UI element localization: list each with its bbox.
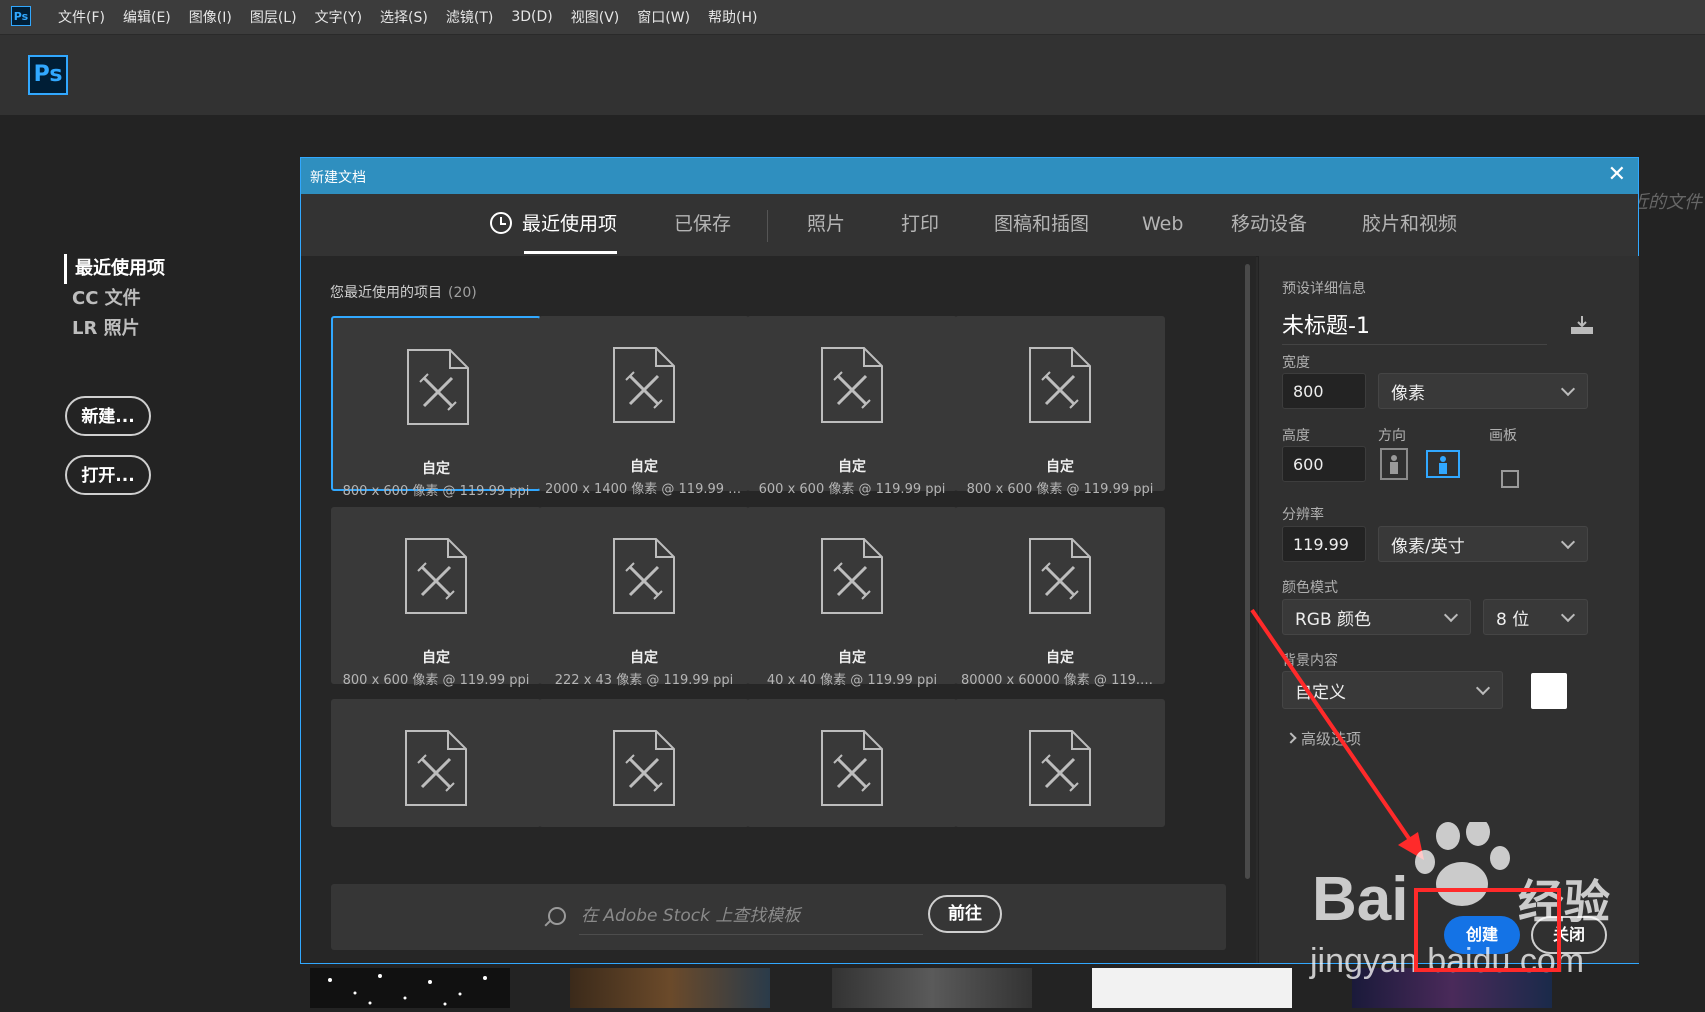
watermark-brand: Bai xyxy=(1312,865,1408,934)
red-highlight-box xyxy=(1414,888,1561,972)
